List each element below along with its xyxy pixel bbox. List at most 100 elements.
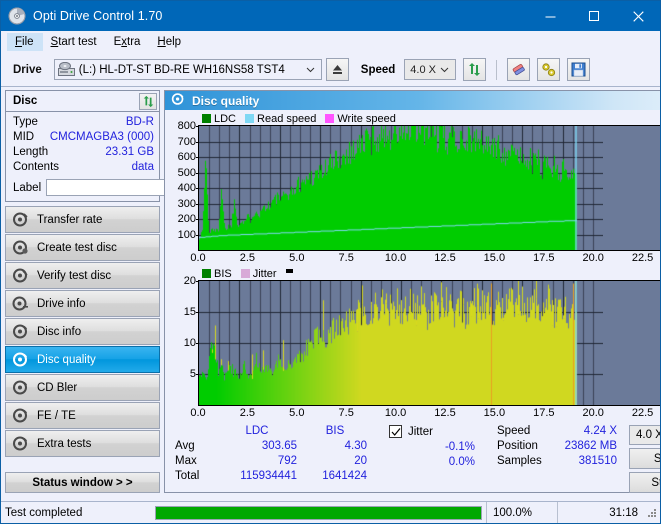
disc-row-contents-value: data <box>131 161 154 173</box>
disc-quality-icon <box>12 351 29 368</box>
sidebar-item-create-test-disc[interactable]: Create test disc <box>5 234 160 261</box>
drive-info-icon <box>12 295 29 312</box>
disc-panel-header: Disc <box>6 91 159 112</box>
legend-swatch-bis <box>202 269 211 278</box>
position-stat-label: Position <box>497 440 538 452</box>
refresh-button[interactable] <box>463 58 487 81</box>
progress-percent: 100.0% <box>486 502 557 523</box>
minimize-button[interactable] <box>528 1 572 31</box>
save-button[interactable] <box>567 58 591 81</box>
axis-tick-label: 5.0 <box>289 252 305 264</box>
bis-y-axis-labels: 5 10 15 20 <box>168 275 200 406</box>
test-speed-value: 4.0 X <box>636 429 661 441</box>
progress-bar <box>155 505 482 520</box>
sidebar-label: CD Bler <box>37 381 78 394</box>
right-panel: Disc quality LDC Read speed Write speed … <box>164 90 661 493</box>
check-icon <box>391 427 400 436</box>
position-stat-value: 23862 MB <box>564 440 617 452</box>
legend-marker-extra <box>285 268 293 273</box>
progress-fill <box>156 506 481 519</box>
toolbar: Drive (L:) HL-DT-ST BD-RE WH16NS58 TST4 … <box>1 53 660 87</box>
sidebar-item-disc-info[interactable]: Disc info <box>5 318 160 345</box>
disc-quality-icon <box>171 92 185 109</box>
axis-tick-label: 5 <box>190 368 200 380</box>
menu-bar: File Start test Extra Help <box>1 31 660 53</box>
bis-legend: BIS Jitter <box>168 267 660 280</box>
menu-start-test[interactable]: Start test <box>43 33 106 51</box>
stats-row-avg-label: Avg <box>175 440 195 452</box>
status-bar: Test completed 100.0% 31:18 <box>1 501 660 523</box>
menu-extra[interactable]: Extra <box>106 33 150 51</box>
disc-verify-icon <box>12 267 29 284</box>
disc-label-row: Label <box>13 178 249 197</box>
ldc-plot-area[interactable] <box>198 125 660 251</box>
sidebar-label: Disc quality <box>37 353 96 366</box>
axis-tick-label: 20 <box>184 275 200 287</box>
sidebar-item-transfer-rate[interactable]: Transfer rate <box>5 206 160 233</box>
stats-max-bis: 20 <box>354 455 367 467</box>
axis-tick-label: 20.0 <box>582 252 604 264</box>
sidebar-label: Verify test disc <box>37 269 112 282</box>
start-part-button[interactable]: Start part <box>629 472 660 493</box>
sidebar-item-extra-tests[interactable]: Extra tests <box>5 430 160 457</box>
speed-select[interactable]: 4.0 X <box>404 59 457 80</box>
axis-tick-label: 15 <box>184 306 200 318</box>
chevron-down-icon <box>306 67 315 73</box>
axis-tick-label: 10 <box>184 337 200 349</box>
refresh-icon <box>143 95 153 107</box>
refresh-icon <box>469 63 481 76</box>
resize-grip[interactable] <box>646 507 658 519</box>
axis-tick-label: 12.5 <box>434 252 456 264</box>
sidebar-item-fe-te[interactable]: FE / TE <box>5 402 160 429</box>
axis-tick-label: 10.0 <box>384 407 407 419</box>
sidebar-item-verify-test-disc[interactable]: Verify test disc <box>5 262 160 289</box>
axis-tick-label: 5.0 <box>289 407 305 419</box>
disc-row-contents: Contents data <box>13 160 154 175</box>
disc-create-icon <box>12 239 29 256</box>
status-window-button[interactable]: Status window > > <box>5 472 160 493</box>
axis-tick-label: 12.5 <box>434 407 456 419</box>
axis-tick-label: 10.0 <box>384 252 407 264</box>
sidebar-item-cd-bler[interactable]: CD Bler <box>5 374 160 401</box>
bis-x-axis-labels: 0.02.55.07.510.012.515.017.520.022.525.0… <box>190 406 660 420</box>
sidebar-item-disc-quality[interactable]: Disc quality <box>5 346 160 373</box>
legend-swatch-jitter <box>240 269 250 278</box>
stats-header-bis: BIS <box>325 425 345 437</box>
disc-refresh-button[interactable] <box>139 92 157 110</box>
test-speed-select[interactable]: 4.0 X <box>629 425 661 445</box>
disc-row-length-value: 23.31 GB <box>105 146 154 158</box>
eject-button[interactable] <box>325 58 349 81</box>
bis-plot-area[interactable] <box>198 280 660 406</box>
stats-avg-bis: 4.30 <box>344 440 367 452</box>
legend-label-jitter: Jitter <box>252 267 277 280</box>
panel-header: Disc quality <box>165 91 660 110</box>
drive-select[interactable]: (L:) HL-DT-ST BD-RE WH16NS58 TST4 <box>53 59 322 80</box>
tools-button[interactable] <box>537 58 561 81</box>
cd-bler-icon <box>12 379 29 396</box>
axis-tick-label: 700 <box>178 136 200 148</box>
erase-button[interactable] <box>507 58 531 81</box>
axis-tick-label: 0.0 <box>190 407 206 419</box>
sidebar-label: Extra tests <box>37 437 92 450</box>
ldc-chart: LDC Read speed Write speed 100 200 300 400 5… <box>168 112 660 265</box>
jitter-checkbox[interactable] <box>389 425 402 438</box>
menu-help[interactable]: Help <box>149 33 190 51</box>
axis-tick-label: 22.5 <box>631 252 654 264</box>
disc-test-icon <box>12 211 29 228</box>
ldc-y-axis-labels: 100 200 300 400 500 600 700 800 <box>168 120 200 251</box>
disc-row-mid-value: CMCMAGBA3 (000) <box>49 131 154 143</box>
speed-stat-value: 4.24 X <box>583 425 617 437</box>
sidebar-item-drive-info[interactable]: Drive info <box>5 290 160 317</box>
chevron-down-icon <box>440 67 449 73</box>
maximize-button[interactable] <box>572 1 616 31</box>
start-full-button[interactable]: Start full <box>629 448 660 469</box>
jitter-column: Jitter -0.1% 0.0% <box>389 425 475 493</box>
menu-file[interactable]: File <box>7 33 43 51</box>
main-body: Disc Type BD-R MID CMCMAGBA3 (000) Lengt… <box>1 87 660 493</box>
close-button[interactable] <box>616 1 660 31</box>
ldc-x-axis-labels: 0.02.55.07.510.012.515.017.520.022.525.0… <box>190 251 660 265</box>
axis-tick-label: 22.5 <box>631 407 654 419</box>
axis-tick-label: 0.0 <box>190 252 206 264</box>
axis-tick-label: 400 <box>178 182 200 194</box>
fe-te-icon <box>12 407 29 424</box>
